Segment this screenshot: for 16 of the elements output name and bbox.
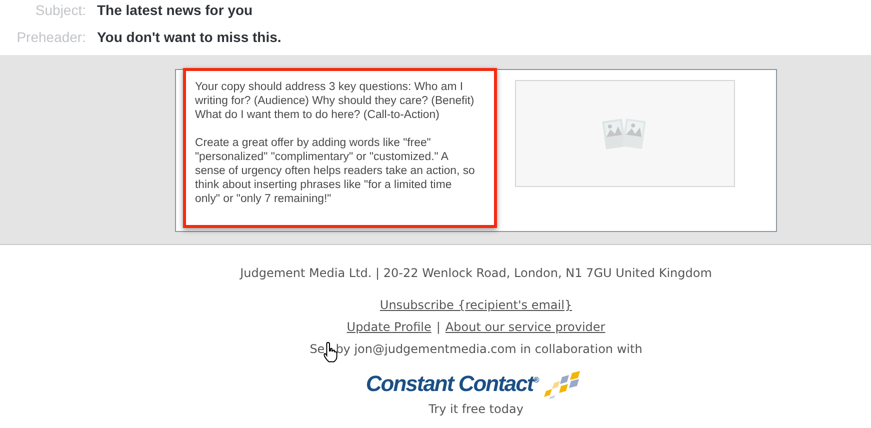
sent-by-text: Se [310,341,325,357]
body-paragraph: Create a great offer by adding words like "free" "personalized" "complimentary" or "customized." A sense of urgency often helps readers take an action, so think about inserting phrases like "for a limited time only" or "only 7 remaining!" [195,136,475,206]
company-address: Judgement Media Ltd. | 20-22 Wenlock Road, London, N1 7GU United Kingdom [240,265,712,281]
footer-link[interactable]: About our service provider [445,319,606,335]
sent-by-text: by jon@judgementmedia.com in collaboration with [336,341,642,357]
image-placeholder-icon [602,116,648,152]
tagline: Try it free today [428,401,524,417]
text-block[interactable] [183,68,497,228]
field-value: You don't want to miss this. [97,28,282,47]
field-label: Preheader: [16,28,86,47]
link-separator: | [436,319,440,335]
field-value: The latest news for you [97,1,254,20]
field-label: Subject: [34,1,86,20]
body-paragraph: Your copy should address 3 key questions: Who am I writing for? (Audience) Why should they care? (Benefit) What do I want them to do here? (Call-to-Action) [195,80,475,122]
unsubscribe-link[interactable]: Unsubscribe {recipient's email} [380,297,572,313]
footer-link[interactable]: Update Profile [346,319,432,335]
